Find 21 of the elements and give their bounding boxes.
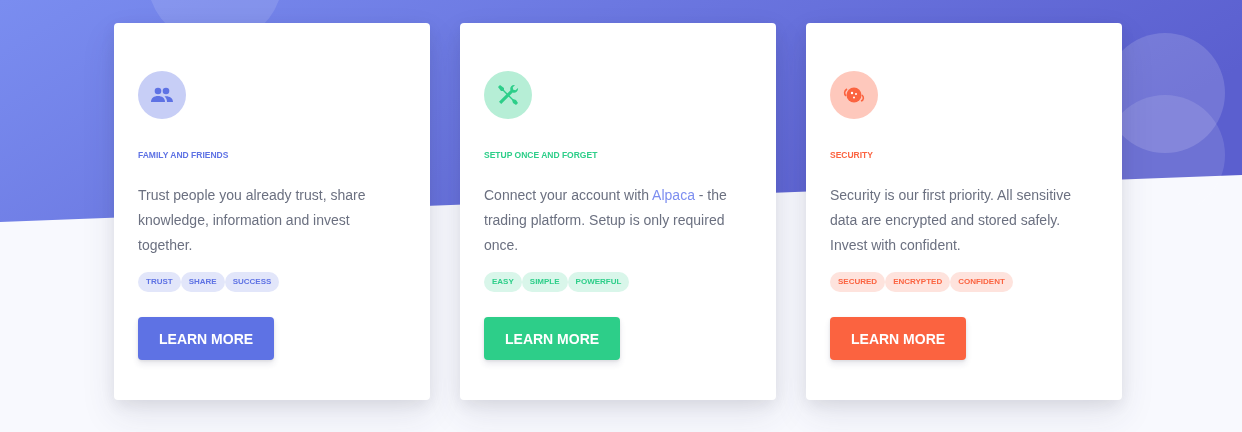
tag: SIMPLE — [521, 272, 568, 292]
learn-more-button[interactable]: LEARN MORE — [138, 317, 275, 360]
tag: POWERFUL — [567, 272, 630, 292]
card-description: Connect your account with Alpaca - the trading platform. Setup is only required once. — [484, 186, 728, 255]
tag: EASY — [484, 272, 522, 292]
tag: SHARE — [180, 272, 225, 292]
alpaca-link[interactable]: Alpaca — [652, 187, 695, 203]
card-title: SECURITY — [830, 149, 873, 161]
tag: ENCRYPTED — [885, 272, 951, 292]
tag: SUCCESS — [224, 272, 280, 292]
card-title: FAMILY AND FRIENDS — [138, 149, 229, 161]
learn-more-button[interactable]: LEARN MORE — [484, 317, 621, 360]
people-icon — [151, 87, 173, 103]
card-description: Trust people you already trust, share knowledge, information and invest together. — [138, 186, 367, 255]
tools-icon — [497, 84, 519, 106]
card-description: Security is our first priority. All sensitive data are encrypted and stored safely. Invest with confident. — [830, 186, 1072, 255]
learn-more-button[interactable]: LEARN MORE — [830, 317, 967, 360]
tag: SECURED — [830, 272, 886, 292]
tag: CONFIDENT — [950, 272, 1013, 292]
tag: TRUST — [138, 272, 181, 292]
card-title: SETUP ONCE AND FORGET — [484, 149, 598, 161]
